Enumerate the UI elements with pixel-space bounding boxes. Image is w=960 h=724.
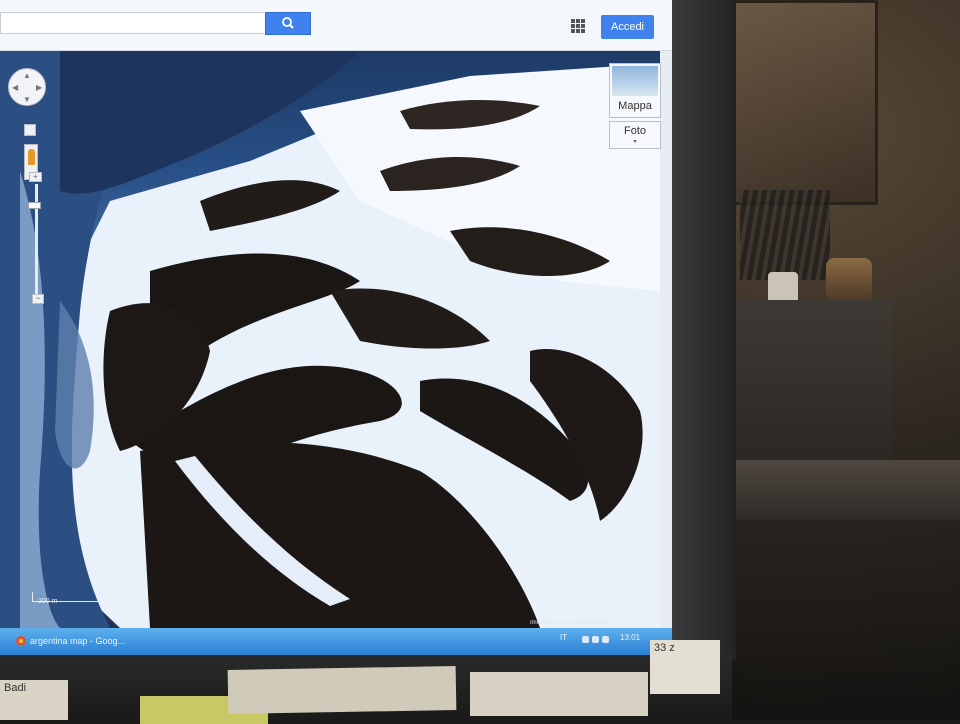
- wall-cabinet: [728, 0, 878, 205]
- apps-grid-icon[interactable]: [571, 19, 585, 33]
- map-thumbnail: [612, 66, 658, 96]
- map-edge: [660, 51, 672, 628]
- paper-note: [470, 672, 648, 716]
- imagery-attribution[interactable]: Immagini ©2013 DigitalGlobe: [530, 620, 660, 626]
- monitor-bezel-right: [672, 0, 736, 660]
- scale-label: 200 m: [38, 598, 58, 605]
- sticky-note: Badi: [0, 680, 68, 720]
- photo-label: Foto: [623, 125, 646, 137]
- chevron-down-icon: ▾: [633, 139, 637, 145]
- desk-surface: [700, 460, 960, 520]
- map-type-label: Mappa: [618, 100, 652, 112]
- google-maps-topbar: Accedi: [0, 0, 672, 51]
- zoom-slider-thumb[interactable]: [28, 202, 41, 209]
- zoom-out-button[interactable]: −: [32, 294, 44, 304]
- monitor-screen: Accedi ▲ ▼ ◀ ▶ + − Mappa Foto ▾ 200 m Im…: [0, 0, 672, 655]
- zoom-slider-track[interactable]: [35, 184, 38, 296]
- rotate-button[interactable]: [24, 124, 36, 136]
- photo-button[interactable]: Foto ▾: [609, 121, 661, 149]
- search-icon: [282, 17, 294, 29]
- zoom-in-button[interactable]: +: [29, 172, 42, 182]
- taskbar-clock: 13:01: [620, 633, 641, 642]
- brush-holder: [740, 190, 830, 280]
- search-button[interactable]: [265, 12, 311, 35]
- taskbar-window-item[interactable]: argentina map - Goog...: [14, 631, 164, 651]
- pan-control[interactable]: ▲ ▼ ◀ ▶: [8, 68, 46, 106]
- satellite-terrain: [0, 51, 660, 628]
- satellite-map-view[interactable]: [0, 51, 660, 628]
- paper-note: 33 z: [650, 640, 720, 694]
- shelf-unit: [722, 300, 892, 465]
- system-tray-icons[interactable]: [582, 636, 612, 646]
- search-input[interactable]: [0, 12, 264, 34]
- jar: [826, 258, 872, 302]
- language-indicator[interactable]: IT: [560, 633, 567, 642]
- map-type-button[interactable]: Mappa: [609, 63, 661, 118]
- paper-note: [227, 666, 457, 714]
- signin-button[interactable]: Accedi: [601, 15, 654, 39]
- taskbar-window-label: argentina map - Goog...: [30, 636, 126, 646]
- browser-icon: [16, 636, 26, 646]
